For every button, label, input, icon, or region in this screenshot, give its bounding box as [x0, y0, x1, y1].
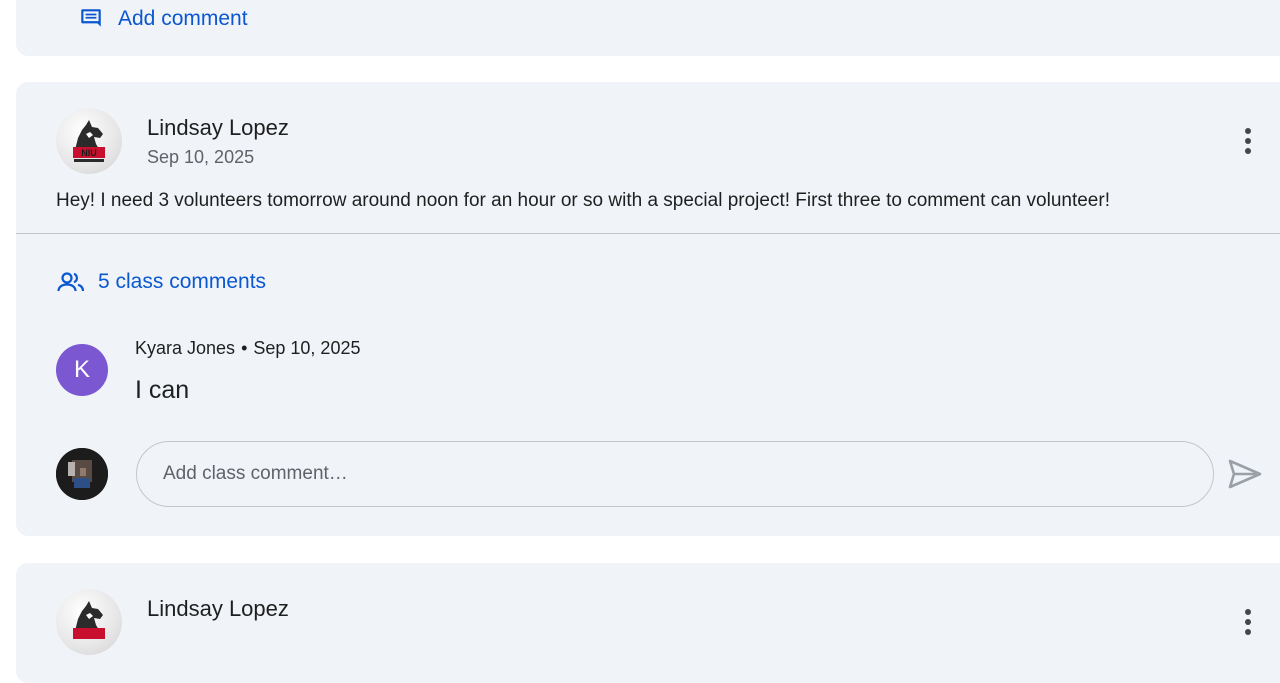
- post-author-name: Lindsay Lopez: [147, 596, 289, 621]
- post-date: Sep 10, 2025: [147, 147, 255, 167]
- post-author-name: Lindsay Lopez: [147, 115, 289, 140]
- class-comments-label: 5 class comments: [98, 270, 267, 293]
- stream-post-card: NIU Lindsay Lopez Sep 10, 2025 Hey! I ne…: [16, 82, 1280, 536]
- stream-post-card-next: Lindsay Lopez: [16, 563, 1280, 683]
- post-more-options-button[interactable]: [1232, 121, 1264, 161]
- more-vert-icon-dot: [1245, 629, 1251, 635]
- class-comment-input[interactable]: [136, 441, 1214, 507]
- svg-text:NIU: NIU: [81, 148, 97, 158]
- user-photo-icon: [56, 448, 108, 500]
- stream-card-previous: Add comment: [16, 0, 1280, 56]
- more-vert-icon-dot: [1245, 138, 1251, 144]
- people-icon: [57, 272, 85, 292]
- commenter-avatar: K: [56, 344, 108, 396]
- current-user-avatar: [56, 448, 108, 500]
- husky-logo-icon: [73, 601, 105, 639]
- add-comment-label: Add comment: [118, 7, 248, 30]
- add-comment-button[interactable]: Add comment: [78, 6, 248, 32]
- comment-meta: Kyara Jones • Sep 10, 2025: [135, 338, 360, 359]
- class-comments-link[interactable]: 5 class comments: [56, 270, 266, 294]
- more-vert-icon-dot: [1245, 148, 1251, 154]
- author-avatar: NIU: [56, 108, 122, 174]
- post-body-text: Hey! I need 3 volunteers tomorrow around…: [56, 190, 1110, 211]
- send-icon: [1228, 459, 1262, 489]
- comment-date: Sep 10, 2025: [253, 338, 361, 358]
- more-vert-icon-dot: [1245, 128, 1251, 134]
- post-divider: [16, 233, 1280, 234]
- post-more-options-button[interactable]: [1232, 602, 1264, 642]
- comment-icon: [81, 9, 101, 27]
- author-avatar: [56, 589, 122, 655]
- more-vert-icon-dot: [1245, 609, 1251, 615]
- comment-author: Kyara Jones: [135, 338, 236, 358]
- send-comment-button[interactable]: [1226, 455, 1264, 493]
- comment-text: I can: [135, 376, 190, 404]
- husky-logo-icon: NIU: [73, 120, 105, 162]
- comment-separator: •: [241, 338, 248, 358]
